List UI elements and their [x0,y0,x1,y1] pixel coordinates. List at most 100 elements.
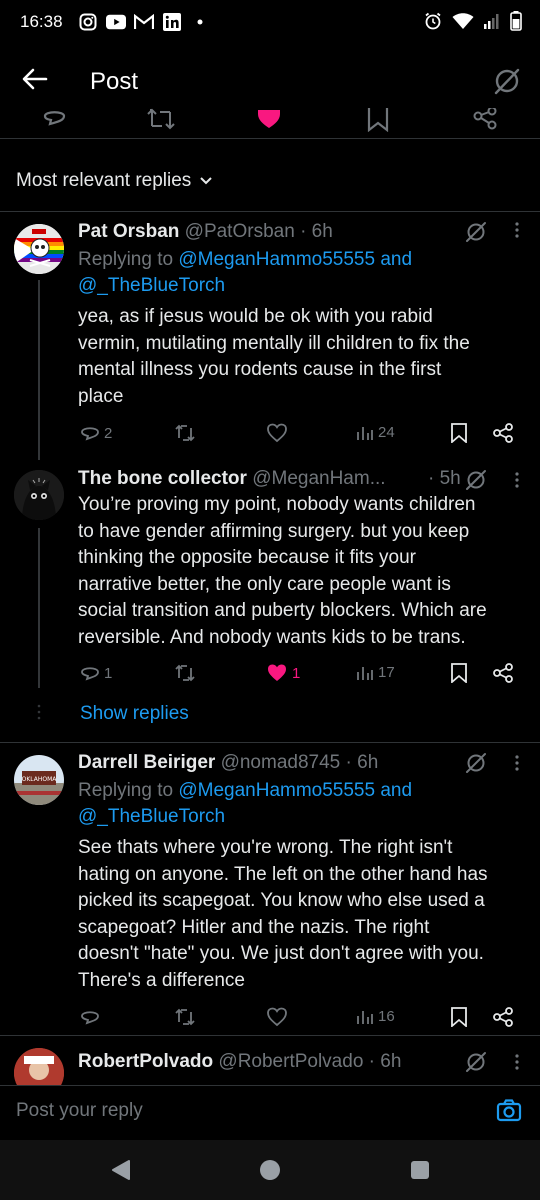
more-options-button[interactable] [514,220,520,240]
tweet-text-line: picked its scapegoat. You know who else … [78,890,485,911]
retweet-button[interactable] [174,1007,200,1027]
share-button[interactable] [472,108,498,132]
tweet-author-line[interactable]: Darrell Beiriger @nomad8745 · 6h [78,752,378,774]
nav-home-button[interactable] [259,1159,281,1181]
share-button[interactable] [492,663,514,683]
tweet-author-line[interactable]: RobertPolvado @RobertPolvado · 6h [78,1051,401,1073]
retweet-icon [147,108,175,130]
like-button[interactable] [266,423,292,443]
tweet-text: yea, as if jesus would be ok with you ra… [78,304,528,410]
thread-line [38,528,40,688]
like-button[interactable] [256,108,282,130]
tweet-text-line: vermin, mutilating mentally ill children… [78,332,470,354]
tweet-text-line: hating on anyone. The left on the other … [78,863,488,885]
grok-button[interactable] [464,220,488,244]
reply-icon [43,111,66,126]
dot-icon [190,12,210,32]
mention-link[interactable]: @MeganHammo55555 and [178,249,412,270]
grok-icon [466,1052,486,1072]
avatar[interactable] [14,470,64,520]
reply-input[interactable]: Post your reply [16,1100,143,1122]
replying-prefix: Replying to [78,249,179,270]
reply-count: 1 [104,664,113,682]
reply-sort-dropdown[interactable]: Most relevant replies [16,170,213,192]
avatar[interactable] [14,224,64,274]
skull-flag-avatar-icon [14,224,64,274]
grok-button[interactable] [464,1050,488,1074]
recents-square-icon [411,1161,429,1179]
author-handle[interactable]: @nomad8745 [221,752,341,773]
tweet-text-line: There's a difference [78,969,245,991]
reply-icon [81,1011,99,1025]
replying-prefix: Replying to [78,780,179,801]
share-button[interactable] [492,1007,514,1027]
author-name[interactable]: RobertPolvado [78,1051,213,1072]
signal-icon [484,13,500,29]
reply-tweet[interactable]: RobertPolvado @RobertPolvado · 6h [0,1036,540,1085]
heart-filled-icon [268,664,286,681]
tweet-actions: 16 [78,1007,518,1031]
bookmark-button[interactable] [450,1007,468,1027]
author-handle[interactable]: @MeganHam... [252,468,385,489]
reply-icon [81,427,99,441]
grok-button[interactable] [464,468,488,492]
tweet-author-line[interactable]: The bone collector @MeganHam... · 5h [78,468,461,490]
reply-button[interactable]: 1 [80,663,112,683]
grok-button[interactable] [492,66,522,96]
more-vertical-icon [515,472,519,488]
reply-button[interactable] [42,108,68,130]
bookmark-button[interactable] [450,423,468,443]
mention-link[interactable]: @_TheBlueTorch [78,275,225,296]
main-post-actions [0,108,540,136]
reply-button[interactable]: 2 [80,423,112,443]
author-name[interactable]: Pat Orsban [78,221,179,242]
tweet-text-line: thinking the opposite because it fits yo… [78,547,416,568]
reply-tweet[interactable]: Pat Orsban @PatOrsban · 6h Replying to @… [0,212,540,460]
retweet-button[interactable] [146,108,176,130]
tweet-text-line: See thats where you're wrong. The right … [78,837,453,858]
grok-button[interactable] [464,751,488,775]
tweet-author-line[interactable]: Pat Orsban @PatOrsban · 6h [78,221,333,243]
like-button[interactable]: 1 [266,663,300,683]
system-navigation-bar [0,1140,540,1200]
share-button[interactable] [492,423,514,443]
more-options-button[interactable] [514,753,520,773]
views-button[interactable]: 17 [356,663,395,681]
camera-button[interactable] [496,1098,522,1124]
author-handle[interactable]: @RobertPolvado [218,1051,363,1072]
nav-back-button[interactable] [110,1159,132,1181]
back-button[interactable] [20,64,52,96]
reply-tweet[interactable]: The bone collector @MeganHam... · 5h You… [0,456,540,741]
views-button[interactable]: 16 [356,1007,395,1025]
author-name[interactable]: The bone collector [78,468,247,489]
vertical-dots-icon [37,704,41,720]
bookmark-button[interactable] [450,663,468,683]
reply-tweet[interactable]: OKLAHOMA Darrell Beiriger @nomad8745 · 6… [0,743,540,1040]
tweet-text: You’re proving my point, nobody wants ch… [78,492,528,651]
nav-recents-button[interactable] [411,1161,429,1179]
author-handle[interactable]: @PatOrsban [185,221,295,242]
mention-link[interactable]: @_TheBlueTorch [78,806,225,827]
more-options-button[interactable] [514,470,520,490]
share-icon [473,108,497,130]
post-header: Post [0,50,540,114]
show-replies-link[interactable]: Show replies [80,703,189,725]
retweet-icon [175,664,195,682]
tweet-text-line: yea, as if jesus would be ok with you ra… [78,306,433,327]
retweet-button[interactable] [174,423,200,443]
more-options-button[interactable] [514,1052,520,1072]
avatar[interactable] [14,1048,64,1085]
bookmark-icon [367,108,389,132]
author-name[interactable]: Darrell Beiriger [78,752,215,773]
tweet-text-line: to have gender affirming surgery. but yo… [78,520,470,542]
views-button[interactable]: 24 [356,423,395,441]
system-icons [424,11,522,31]
retweet-button[interactable] [174,663,200,683]
avatar[interactable]: OKLAHOMA [14,755,64,805]
tweet-text-line: scapegoat? Hitler and the nazis. The rig… [78,916,430,938]
reply-button[interactable] [80,1007,104,1027]
bookmark-button[interactable] [366,108,390,132]
bookmark-icon [451,423,467,443]
like-button[interactable] [266,1007,292,1027]
mention-link[interactable]: @MeganHammo55555 and [178,780,412,801]
